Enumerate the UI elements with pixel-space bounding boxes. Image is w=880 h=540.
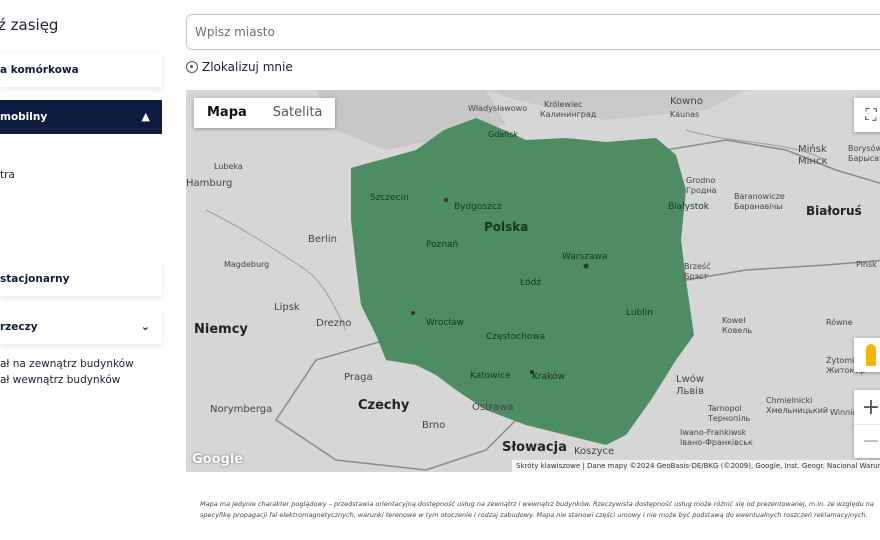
city-dot [411, 311, 415, 315]
option-outdoor[interactable]: ał na zewnątrz budynków [0, 358, 134, 370]
map-label: Тернопіль [708, 414, 751, 423]
map-label: Baranowicze [734, 192, 785, 201]
map-label: Lipsk [274, 302, 300, 313]
map-label: Kowel [722, 316, 746, 325]
map-label: Kaunas [670, 110, 700, 119]
sidebar-item-label: rzeczy [0, 321, 38, 333]
map-label: Tarnopol [708, 404, 742, 413]
city-search-input[interactable] [186, 14, 880, 50]
sidebar-item-label: mobilny [0, 111, 48, 123]
map-type-map-button[interactable]: Mapa [194, 98, 260, 128]
map-label: Kraków [532, 372, 565, 382]
map-label: Wrocław [426, 318, 464, 328]
map-label: Брэст [684, 272, 709, 281]
zoom-out-button[interactable]: − [854, 424, 880, 458]
map-label: Praga [344, 372, 373, 383]
map-label: Gdańsk [488, 130, 519, 139]
map-label: Івано-Франківськ [680, 438, 753, 447]
map-label: Kowno [670, 96, 703, 107]
map-label: Warszawa [562, 252, 608, 262]
sidebar-item-mobile[interactable]: mobilny ▲ [0, 100, 162, 134]
map-type-control: Mapa Satelita [194, 98, 336, 128]
map-type-satellite-button[interactable]: Satelita [260, 98, 336, 128]
map-disclaimer: Mapa ma jedynie charakter poglądowy – pr… [200, 500, 874, 519]
map-label: Brno [422, 420, 446, 431]
map-label: Lubeka [214, 162, 243, 171]
fullscreen-icon: ⛶ [865, 105, 877, 124]
belarus-border [685, 259, 880, 281]
map-label: Katowice [470, 371, 511, 381]
street-view-pegman[interactable] [854, 338, 880, 372]
map-label: Władysławowo [468, 104, 528, 113]
map-label: Барысаў [848, 154, 880, 163]
map-label: Калининград [540, 110, 597, 119]
map-label: Białystok [668, 202, 710, 212]
sidebar-item-cellular[interactable]: a komórkowa [0, 53, 162, 87]
map-label-country: Polska [484, 220, 529, 234]
map-label-country: Białoruś [806, 204, 862, 218]
google-logo: Google [192, 452, 244, 467]
map-label: Баранавічы [734, 202, 783, 211]
city-dot [444, 198, 448, 202]
map-label: Хмельницький [766, 406, 829, 415]
map-label: Bydgoszcz [454, 202, 502, 212]
sidebar-item-label: a komórkowa [0, 64, 79, 76]
map-label: Гродна [686, 186, 717, 195]
pegman-icon [866, 344, 876, 366]
zoom-in-button[interactable]: + [854, 390, 880, 424]
map-label: Norymberga [210, 404, 273, 415]
map-label: Grodno [686, 176, 716, 185]
map-attribution[interactable]: Skróty klawiszowe | Dane mapy ©2024 GeoB… [512, 460, 880, 472]
map-label: Brześć [684, 262, 711, 271]
locate-me-button[interactable]: Zlokalizuj mnie [186, 60, 293, 74]
sidebar-item-iot[interactable]: rzeczy ⌄ [0, 310, 162, 344]
map-label: Ostrawa [472, 402, 514, 413]
location-icon [186, 61, 198, 73]
map-label: Królewiec [544, 100, 583, 109]
map-label: Koszyce [574, 446, 615, 457]
city-dot [583, 263, 589, 269]
map-label: Łódź [520, 278, 542, 288]
map-label: Szczecin [370, 193, 409, 203]
map-label: Berlin [308, 234, 338, 245]
map-label: Magdeburg [224, 260, 270, 269]
map-label: Częstochowa [486, 332, 546, 342]
sidebar-item-fixed[interactable]: stacjonarny [0, 262, 162, 296]
map-label: Chmielnicki [766, 396, 813, 405]
coverage-map[interactable]: Władysławowo Królewiec Калининград Gdańs… [186, 90, 880, 472]
map-label: Мінск [798, 156, 828, 167]
locate-me-label: Zlokalizuj mnie [202, 60, 293, 74]
chevron-down-icon: ⌄ [140, 320, 150, 333]
map-label-country: Niemcy [194, 322, 248, 337]
map-label: Poznań [426, 240, 459, 250]
map-label: Lwów [676, 374, 705, 385]
zoom-control: + − [854, 390, 880, 458]
sidebar: ź zasięg a komórkowa mobilny ▲ tra stacj… [0, 0, 170, 540]
map-label: Hamburg [186, 178, 233, 189]
map-label: Ковель [722, 326, 753, 335]
map-label: Drezno [316, 318, 352, 329]
map-label: Львів [676, 386, 704, 397]
chevron-up-icon: ▲ [141, 110, 150, 123]
map-label: Równe [826, 318, 853, 327]
fullscreen-button[interactable]: ⛶ [854, 98, 880, 132]
sidebar-title: ź zasięg [0, 16, 59, 34]
map-label: Mińsk [798, 144, 827, 155]
map-label: Iwano-Frankiwsk [680, 428, 747, 437]
option-indoor[interactable]: ał wewnątrz budynków [0, 374, 120, 386]
sidebar-sub-item[interactable]: tra [0, 169, 15, 181]
sidebar-item-label: stacjonarny [0, 273, 70, 285]
map-label: Lublin [626, 308, 653, 318]
map-label-country: Słowacja [502, 440, 567, 455]
map-label: Borysów [848, 144, 880, 153]
map-label: Pinsk [856, 260, 877, 269]
map-label-country: Czechy [358, 398, 410, 413]
